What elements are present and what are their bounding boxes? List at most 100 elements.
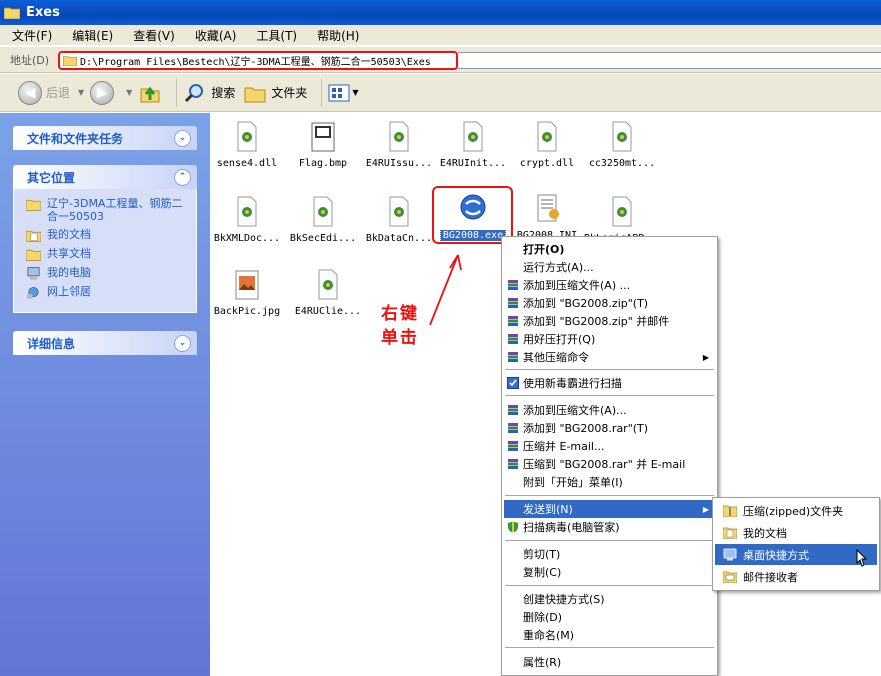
jpg-file-icon	[235, 270, 259, 300]
file-tasks-header[interactable]: 文件和文件夹任务 ⌄	[13, 126, 197, 150]
other-place-my-computer[interactable]: 我的电脑	[26, 266, 188, 280]
other-places-title: 其它位置	[27, 170, 76, 185]
views-button[interactable]: ▼	[328, 83, 359, 103]
menu-item-delete[interactable]: 删除(D)	[504, 608, 715, 626]
menu-item-compress-rar-email[interactable]: 压缩到 "BG2008.rar" 并 E-mail	[504, 455, 715, 473]
file-item-bg2008-ini[interactable]: BG2008.INI	[509, 192, 585, 241]
forward-arrow-icon: ▶	[90, 80, 115, 105]
menu-item-add-rar[interactable]: 添加到 "BG2008.rar"(T)	[504, 419, 715, 437]
file-item-e4ruissu[interactable]: E4RUIssu...	[361, 120, 437, 169]
winrar-icon	[508, 298, 518, 308]
file-item-flag[interactable]: Flag.bmp	[285, 120, 361, 169]
menu-item-label: 添加到 "BG2008.zip" 并邮件	[523, 315, 670, 328]
details-header[interactable]: 详细信息 ⌄	[13, 331, 197, 355]
menu-view[interactable]: 查看(V)	[133, 27, 175, 44]
menu-item-scan-virus[interactable]: 扫描病毒(电脑管家)	[504, 518, 715, 536]
menu-item-label: 添加到 "BG2008.zip"(T)	[523, 297, 649, 310]
forward-button[interactable]: ▶	[90, 80, 118, 105]
menu-item-compress-email[interactable]: 压缩并 E-mail...	[504, 437, 715, 455]
up-button[interactable]	[138, 81, 162, 105]
menu-item-rename[interactable]: 重命名(M)	[504, 626, 715, 644]
folder-icon	[63, 56, 77, 66]
menu-item-label: 附到「开始」菜单(I)	[523, 476, 623, 489]
menu-item-properties[interactable]: 属性(R)	[504, 653, 715, 671]
shield-icon	[508, 521, 518, 533]
menu-item-cut[interactable]: 剪切(T)	[504, 545, 715, 563]
folders-button[interactable]: 文件夹	[243, 81, 307, 105]
file-item-bksecedi[interactable]: BkSecEdi...	[285, 195, 361, 244]
menu-item-create-shortcut[interactable]: 创建快捷方式(S)	[504, 590, 715, 608]
menu-item-label: 删除(D)	[523, 611, 563, 624]
address-input-extension[interactable]	[458, 52, 881, 69]
annotation-line1: 右键	[381, 304, 419, 324]
menu-item-label: 复制(C)	[523, 566, 562, 579]
menu-item-label: 扫描病毒(电脑管家)	[523, 521, 620, 534]
menu-item-label: 添加到 "BG2008.rar"(T)	[523, 422, 649, 435]
send-to-zip-folder[interactable]: 压缩(zipped)文件夹	[715, 500, 877, 521]
menu-item-scan-xdb[interactable]: 使用新毒霸进行扫描	[504, 374, 715, 392]
back-button[interactable]: ◀ 后退	[18, 80, 70, 105]
other-place-parent-folder[interactable]: 辽宁-3DMA工程量、钢筋二合一50503	[26, 197, 188, 223]
menu-item-run-as[interactable]: 运行方式(A)...	[504, 258, 715, 276]
menu-file[interactable]: 文件(F)	[12, 27, 52, 44]
menu-edit[interactable]: 编辑(E)	[72, 27, 113, 44]
winrar-icon	[508, 441, 518, 451]
other-place-label: 我的电脑	[47, 266, 91, 279]
menu-separator	[505, 369, 714, 370]
menu-item-label: 用好压打开(Q)	[523, 333, 596, 346]
submenu-item-label: 我的文档	[743, 526, 787, 540]
annotation-line2: 单击	[381, 328, 419, 348]
file-item-cc3250mt[interactable]: cc3250mt...	[584, 120, 660, 169]
menu-item-add-zip[interactable]: 添加到 "BG2008.zip"(T)	[504, 294, 715, 312]
menu-item-open-haozip[interactable]: 用好压打开(Q)	[504, 330, 715, 348]
menu-item-add-archive[interactable]: 添加到压缩文件(A) ...	[504, 276, 715, 294]
menu-favorites[interactable]: 收藏(A)	[195, 27, 237, 44]
file-item-sense4[interactable]: sense4.dll	[209, 120, 285, 169]
menu-item-open[interactable]: 打开(O)	[504, 240, 715, 258]
menu-separator	[505, 585, 714, 586]
send-to-my-documents[interactable]: 我的文档	[715, 522, 877, 543]
other-place-network[interactable]: 网上邻居	[26, 285, 188, 299]
mouse-cursor-icon	[856, 549, 867, 567]
menu-item-send-to[interactable]: 发送到(N) ▶	[504, 500, 715, 518]
menu-item-add-zip-mail[interactable]: 添加到 "BG2008.zip" 并邮件	[504, 312, 715, 330]
file-item-bkdatacn[interactable]: BkDataCn...	[361, 195, 437, 244]
other-place-my-documents[interactable]: 我的文档	[26, 228, 188, 242]
menu-help[interactable]: 帮助(H)	[317, 27, 359, 44]
winrar-icon	[508, 405, 518, 415]
other-places-header[interactable]: 其它位置 ⌃	[13, 165, 197, 189]
menu-item-add-archive-rar[interactable]: 添加到压缩文件(A)...	[504, 401, 715, 419]
menu-item-copy[interactable]: 复制(C)	[504, 563, 715, 581]
winrar-icon	[508, 316, 518, 326]
forward-dropdown-icon[interactable]: ▼	[126, 88, 132, 97]
search-button[interactable]: 搜索	[183, 81, 235, 105]
file-tasks-panel: 文件和文件夹任务 ⌄	[13, 126, 197, 150]
winrar-icon	[508, 280, 518, 290]
back-dropdown-icon[interactable]: ▼	[78, 88, 84, 97]
toolbar: ◀ 后退 ▼ ▶ ▼ 搜索 文件夹 ▼	[0, 74, 881, 112]
menu-tools[interactable]: 工具(T)	[256, 27, 297, 44]
menu-item-other-compress[interactable]: 其他压缩命令 ▶	[504, 348, 715, 366]
menu-separator	[505, 540, 714, 541]
bmp-file-icon	[311, 122, 335, 152]
file-item-crypt[interactable]: crypt.dll	[509, 120, 585, 169]
other-place-shared-documents[interactable]: 共享文档	[26, 247, 188, 261]
chevron-down-icon[interactable]: ⌄	[174, 129, 191, 147]
my-documents-icon	[723, 527, 737, 539]
back-arrow-icon: ◀	[18, 80, 42, 105]
dll-file-icon	[313, 196, 333, 227]
dll-file-icon	[537, 121, 557, 152]
details-title: 详细信息	[27, 336, 76, 351]
menu-item-pin-start[interactable]: 附到「开始」菜单(I)	[504, 473, 715, 491]
file-item-bkxmldoc[interactable]: BkXMLDoc...	[209, 195, 285, 244]
chevron-down-icon[interactable]: ⌄	[174, 334, 191, 352]
file-item-e4ruclie[interactable]: E4RUClie...	[290, 268, 366, 317]
menu-item-label: 运行方式(A)...	[523, 261, 594, 274]
address-path: D:\Program Files\Bestech\辽宁-3DMA工程量、钢筋二合…	[80, 57, 431, 68]
menu-item-label: 其他压缩命令	[523, 351, 589, 364]
submenu-item-label: 压缩(zipped)文件夹	[743, 504, 844, 518]
address-input[interactable]: D:\Program Files\Bestech\辽宁-3DMA工程量、钢筋二合…	[58, 51, 458, 70]
chevron-up-icon[interactable]: ⌃	[174, 168, 191, 186]
file-item-backpic[interactable]: BackPic.jpg	[209, 268, 285, 317]
file-item-e4ruinit[interactable]: E4RUInit...	[435, 120, 511, 169]
